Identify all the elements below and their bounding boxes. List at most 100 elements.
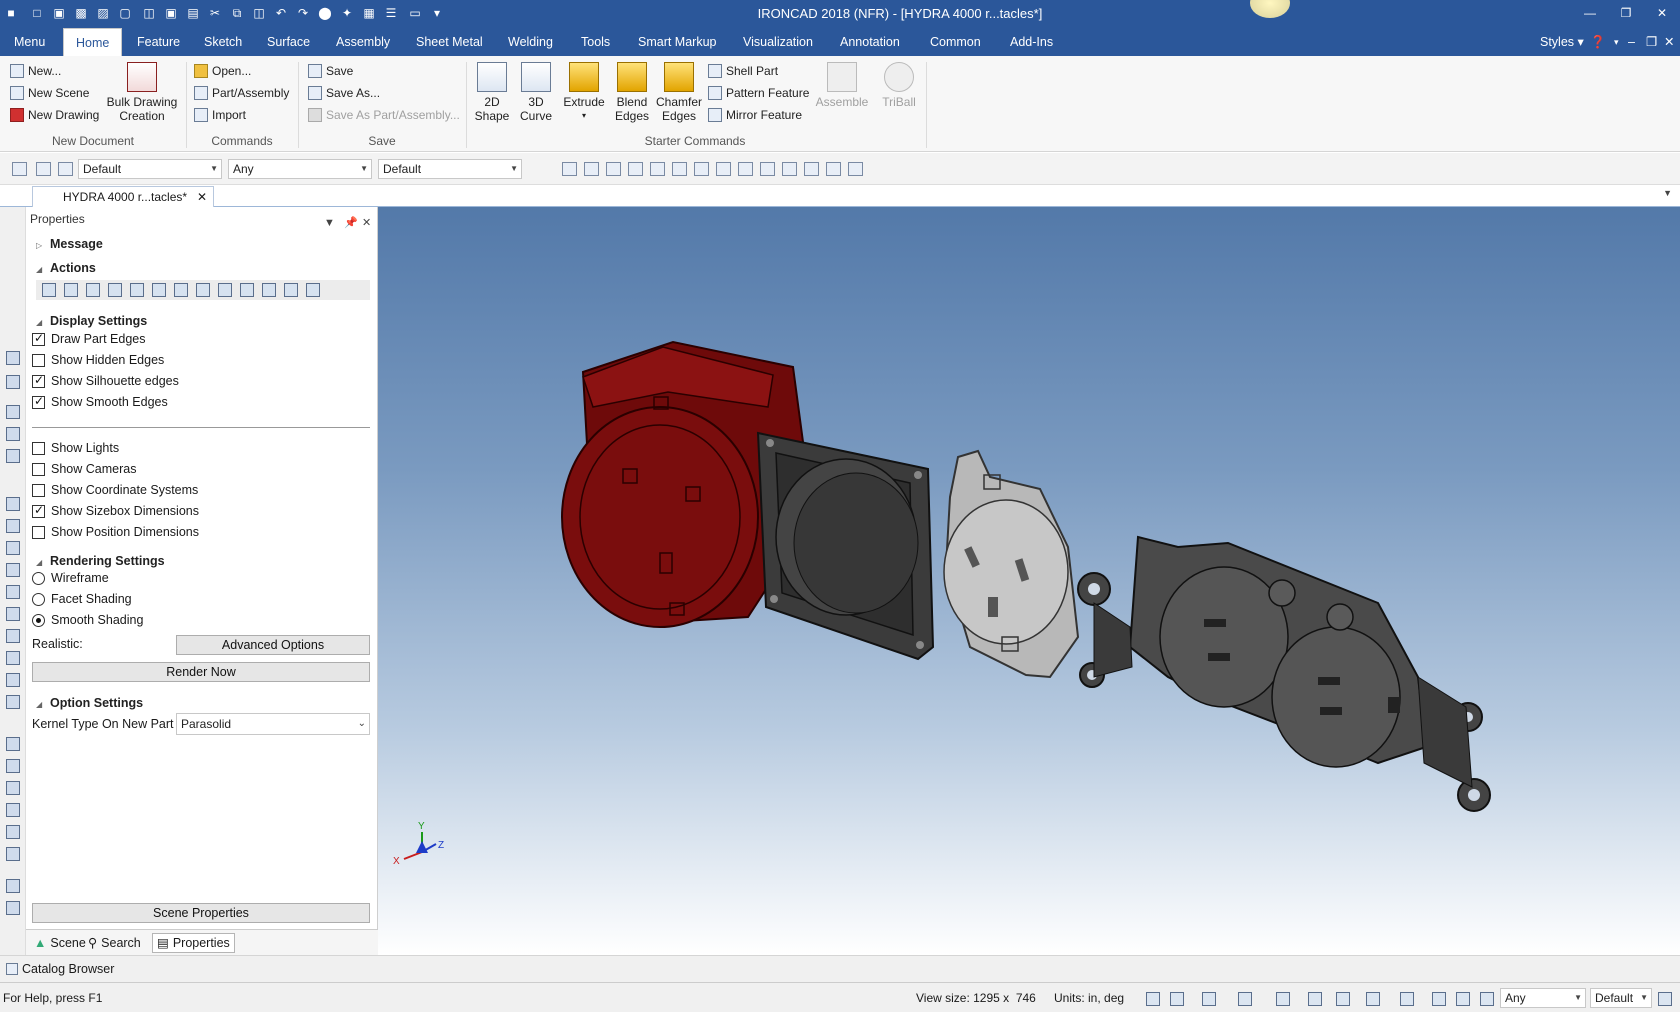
- show-smooth-edges-option[interactable]: Show Smooth Edges: [32, 394, 168, 409]
- close-icon[interactable]: ✕: [197, 187, 207, 207]
- tab-welding[interactable]: Welding: [508, 28, 553, 56]
- blend-edges-button[interactable]: Blend Edges: [610, 62, 654, 123]
- help-dropdown-icon[interactable]: ▾: [1614, 28, 1619, 56]
- show-silhouette-edges-checkbox[interactable]: [32, 373, 45, 388]
- pointer-icon[interactable]: [1456, 992, 1470, 1006]
- panel-tab-scene[interactable]: ▲ Scene: [30, 933, 90, 953]
- cube-icon[interactable]: [196, 283, 210, 297]
- doc-close-button[interactable]: ✕: [1664, 28, 1674, 56]
- window-icon[interactable]: [694, 162, 709, 176]
- status-style-combo[interactable]: Default ▼: [1590, 988, 1652, 1008]
- grid-icon[interactable]: [240, 283, 254, 297]
- tool-icon[interactable]: [6, 541, 20, 555]
- 3d-curve-button[interactable]: 3D Curve: [516, 62, 556, 123]
- tool-icon[interactable]: [6, 607, 20, 621]
- select-filter-icon[interactable]: [1480, 992, 1494, 1006]
- folder-icon[interactable]: [606, 162, 621, 176]
- dark-frame-plate[interactable]: [756, 431, 935, 661]
- tool-icon[interactable]: [6, 585, 20, 599]
- camera-icon[interactable]: [1276, 992, 1290, 1006]
- tool-icon[interactable]: [6, 737, 20, 751]
- gear-icon[interactable]: [826, 162, 841, 176]
- triball-button[interactable]: TriBall: [874, 62, 924, 109]
- 2d-shape-button[interactable]: 2D Shape: [472, 62, 512, 123]
- render-icon[interactable]: [86, 283, 100, 297]
- grid-icon[interactable]: [716, 162, 731, 176]
- tab-common[interactable]: Common: [930, 28, 981, 56]
- facet-shading-option[interactable]: Facet Shading: [32, 592, 132, 606]
- view-cube-icon[interactable]: [1202, 992, 1216, 1006]
- tab-surface[interactable]: Surface: [267, 28, 310, 56]
- tool-icon[interactable]: [6, 879, 20, 893]
- show-lights-option[interactable]: Show Lights: [32, 441, 119, 455]
- filter-combo[interactable]: Any ▼: [228, 159, 372, 179]
- tool-icon[interactable]: [6, 519, 20, 533]
- tool-icon[interactable]: [6, 651, 20, 665]
- show-silhouette-edges-option[interactable]: Show Silhouette edges: [32, 373, 179, 388]
- chamfer-edges-button[interactable]: Chamfer Edges: [654, 62, 704, 123]
- pointer-icon[interactable]: [36, 162, 51, 176]
- select-filter-icon[interactable]: [58, 162, 73, 176]
- show-position-dimensions-option[interactable]: Show Position Dimensions: [32, 525, 199, 539]
- orient-icon[interactable]: [1238, 992, 1252, 1006]
- section-message[interactable]: ▷ Message: [36, 237, 103, 251]
- close-button[interactable]: ✕: [1650, 4, 1674, 22]
- smooth-shading-radio[interactable]: [32, 613, 45, 627]
- assemble-button[interactable]: Assemble: [814, 62, 870, 109]
- tool-icon[interactable]: [6, 629, 20, 643]
- tree-icon[interactable]: [262, 283, 276, 297]
- pin-icon[interactable]: 📌: [344, 211, 358, 235]
- list-icon[interactable]: [42, 283, 56, 297]
- style-combo[interactable]: Default ▼: [78, 159, 222, 179]
- tool-icon[interactable]: [6, 781, 20, 795]
- catalog-browser-tab[interactable]: Catalog Browser: [6, 962, 114, 976]
- wireframe-radio[interactable]: [32, 571, 45, 585]
- tool-icon[interactable]: [6, 563, 20, 577]
- advanced-options-button[interactable]: Advanced Options: [176, 635, 370, 655]
- open-button[interactable]: Open...: [194, 64, 251, 78]
- chevron-down-icon[interactable]: ▼: [324, 211, 335, 235]
- section-rendering-settings[interactable]: ◢ Rendering Settings: [36, 554, 165, 568]
- tab-feature[interactable]: Feature: [137, 28, 180, 56]
- tab-visualization[interactable]: Visualization: [743, 28, 813, 56]
- tab-assembly[interactable]: Assembly: [336, 28, 390, 56]
- snap-icon[interactable]: [1432, 992, 1446, 1006]
- kernel-type-select[interactable]: Parasolid ⌄: [176, 713, 370, 735]
- save-as-button[interactable]: Save As...: [308, 86, 380, 100]
- zoom-icon[interactable]: [1170, 992, 1184, 1006]
- bulk-drawing-creation-button[interactable]: Bulk Drawing Creation: [106, 62, 178, 123]
- show-smooth-edges-checkbox[interactable]: [32, 394, 45, 409]
- open-folder-icon[interactable]: [562, 162, 577, 176]
- save-icon[interactable]: [584, 162, 599, 176]
- render-mode-icon[interactable]: [1400, 992, 1414, 1006]
- tool-icon[interactable]: [6, 759, 20, 773]
- tab-annotation[interactable]: Annotation: [840, 28, 900, 56]
- tool-icon[interactable]: [6, 351, 20, 365]
- select-parts-icon[interactable]: [12, 162, 27, 176]
- tab-add-ins[interactable]: Add-Ins: [1010, 28, 1053, 56]
- draw-part-edges-option[interactable]: Draw Part Edges: [32, 331, 145, 346]
- minimize-button[interactable]: —: [1578, 4, 1602, 22]
- catalog-icon[interactable]: [628, 162, 643, 176]
- styles-menu[interactable]: Styles ▾: [1540, 28, 1584, 56]
- smooth-shading-option[interactable]: Smooth Shading: [32, 613, 143, 627]
- save-button[interactable]: Save: [308, 64, 353, 78]
- part-icon[interactable]: [64, 283, 78, 297]
- chart-icon[interactable]: [174, 283, 188, 297]
- tab-smart-markup[interactable]: Smart Markup: [638, 28, 717, 56]
- pattern-feature-button[interactable]: Pattern Feature: [708, 86, 809, 100]
- wireframe-option[interactable]: Wireframe: [32, 571, 109, 585]
- globe-icon[interactable]: [672, 162, 687, 176]
- duplex-receptacle[interactable]: [1077, 535, 1491, 812]
- section-display-settings[interactable]: ◢ Display Settings: [36, 314, 147, 328]
- image-icon[interactable]: [738, 162, 753, 176]
- part-assembly-button[interactable]: Part/Assembly: [194, 86, 289, 100]
- document-tab[interactable]: HYDRA 4000 r...tacles* ✕: [32, 186, 214, 207]
- tool-icon[interactable]: [6, 803, 20, 817]
- panel-tab-properties[interactable]: ▤ Properties: [152, 933, 235, 953]
- tool-icon[interactable]: [6, 427, 20, 441]
- palette-icon[interactable]: [760, 162, 775, 176]
- tool-icon[interactable]: [6, 449, 20, 463]
- box-icon[interactable]: [306, 283, 320, 297]
- tab-home[interactable]: Home: [63, 28, 123, 57]
